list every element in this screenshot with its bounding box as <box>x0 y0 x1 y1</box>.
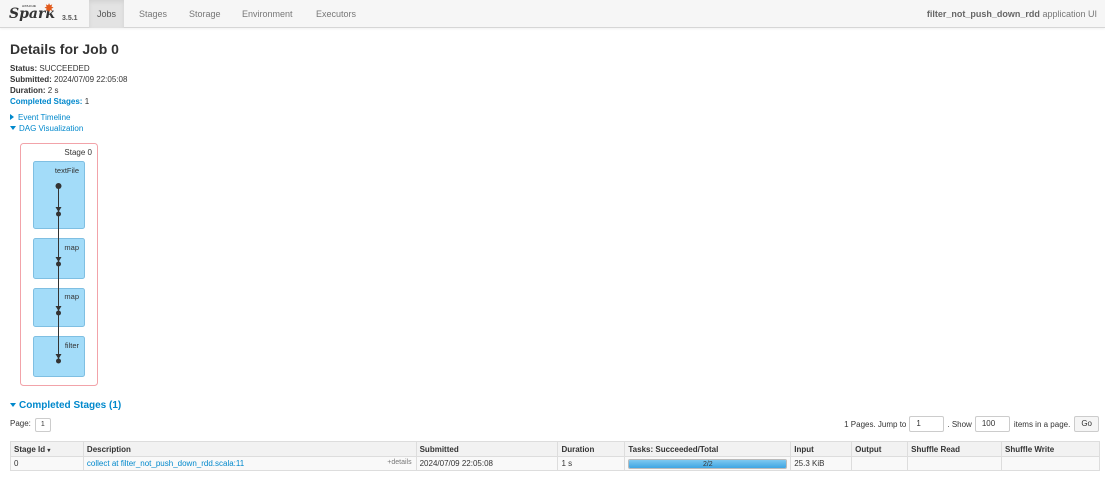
cell-input: 25.3 KiB <box>790 456 853 471</box>
sort-descending-icon: ▾ <box>47 447 51 454</box>
rdd-label-map-2: map <box>64 292 79 301</box>
completed-stages-title: Completed Stages (1) <box>19 400 122 411</box>
tab-executors[interactable]: Executors <box>308 0 364 28</box>
rdd-label-map-1: map <box>64 243 79 252</box>
column-header-stage-id[interactable]: Stage Id ▾ <box>10 441 84 457</box>
rdd-label-textfile: textFile <box>55 166 79 175</box>
column-header-shuffle-read[interactable]: Shuffle Read <box>907 441 1003 457</box>
dag-graph: Stage 0 textFile map map filter <box>20 143 98 386</box>
tab-stages[interactable]: Stages <box>131 0 175 28</box>
page-number-button[interactable]: 1 <box>34 418 51 432</box>
table-row: 0 collect at filter_not_push_down_rdd.sc… <box>10 456 1100 471</box>
pagination-left: Page: 1 <box>10 418 51 432</box>
tab-storage[interactable]: Storage <box>181 0 229 28</box>
table-header-row: Stage Id ▾ Description Submitted Duratio… <box>10 441 1100 457</box>
column-header-description[interactable]: Description <box>82 441 417 457</box>
tasks-progress-bar: 2/2 <box>628 458 788 469</box>
column-header-duration[interactable]: Duration <box>557 441 626 457</box>
stage-description-link[interactable]: collect at filter_not_push_down_rdd.scal… <box>87 459 244 468</box>
column-header-tasks[interactable]: Tasks: Succeeded/Total <box>624 441 792 457</box>
cell-output <box>851 456 909 471</box>
dag-node-dot <box>56 261 61 267</box>
page-label: Page: <box>10 419 31 428</box>
column-header-shuffle-write[interactable]: Shuffle Write <box>1001 441 1100 457</box>
pagination-controls: 1 Pages. Jump to 1 . Show 100 items in a… <box>844 416 1099 432</box>
cell-stage-id: 0 <box>10 456 84 471</box>
cell-submitted: 2024/07/09 22:05:08 <box>415 456 559 471</box>
rdd-label-filter: filter <box>65 341 80 350</box>
cell-shuffle-write <box>1001 456 1100 471</box>
app-suffix: application UI <box>1042 9 1097 19</box>
collapse-arrow-icon <box>10 403 16 407</box>
tab-environment[interactable]: Environment <box>234 0 301 28</box>
dag-node-dot <box>55 183 62 189</box>
column-header-label: Stage Id <box>14 444 46 454</box>
details-toggle[interactable]: +details <box>387 459 411 466</box>
show-text: . Show <box>947 419 972 429</box>
app-name: filter_not_push_down_rdd <box>926 9 1040 19</box>
column-header-output[interactable]: Output <box>851 441 909 457</box>
page-size-input[interactable]: 100 <box>974 416 1010 432</box>
dag-node-dot <box>56 211 61 217</box>
dag-node-dot <box>56 310 61 316</box>
stage-cluster-label: Stage 0 <box>64 148 92 157</box>
top-navbar: APACHE Spark ✸ 3.5.1 Jobs Stages Storage… <box>0 0 1105 28</box>
tasks-progress-label: 2/2 <box>702 460 713 468</box>
application-title: filter_not_push_down_rdd application UI <box>927 0 1097 28</box>
jump-to-page-input[interactable]: 1 <box>909 416 945 432</box>
pages-jump-text: 1 Pages. Jump to <box>844 419 907 429</box>
cell-tasks: 2/2 <box>624 456 792 471</box>
cell-description: collect at filter_not_push_down_rdd.scal… <box>82 456 417 471</box>
items-per-page-text: items in a page. <box>1013 419 1071 429</box>
column-header-input[interactable]: Input <box>790 441 853 457</box>
cell-duration: 1 s <box>557 456 626 471</box>
dag-node-dot <box>56 358 61 364</box>
completed-stages-table: Stage Id ▾ Description Submitted Duratio… <box>10 441 1100 471</box>
cell-shuffle-read <box>907 456 1003 471</box>
go-button[interactable]: Go <box>1074 416 1099 432</box>
completed-stages-toggle[interactable]: Completed Stages (1) <box>10 400 121 411</box>
column-header-submitted[interactable]: Submitted <box>415 441 559 457</box>
